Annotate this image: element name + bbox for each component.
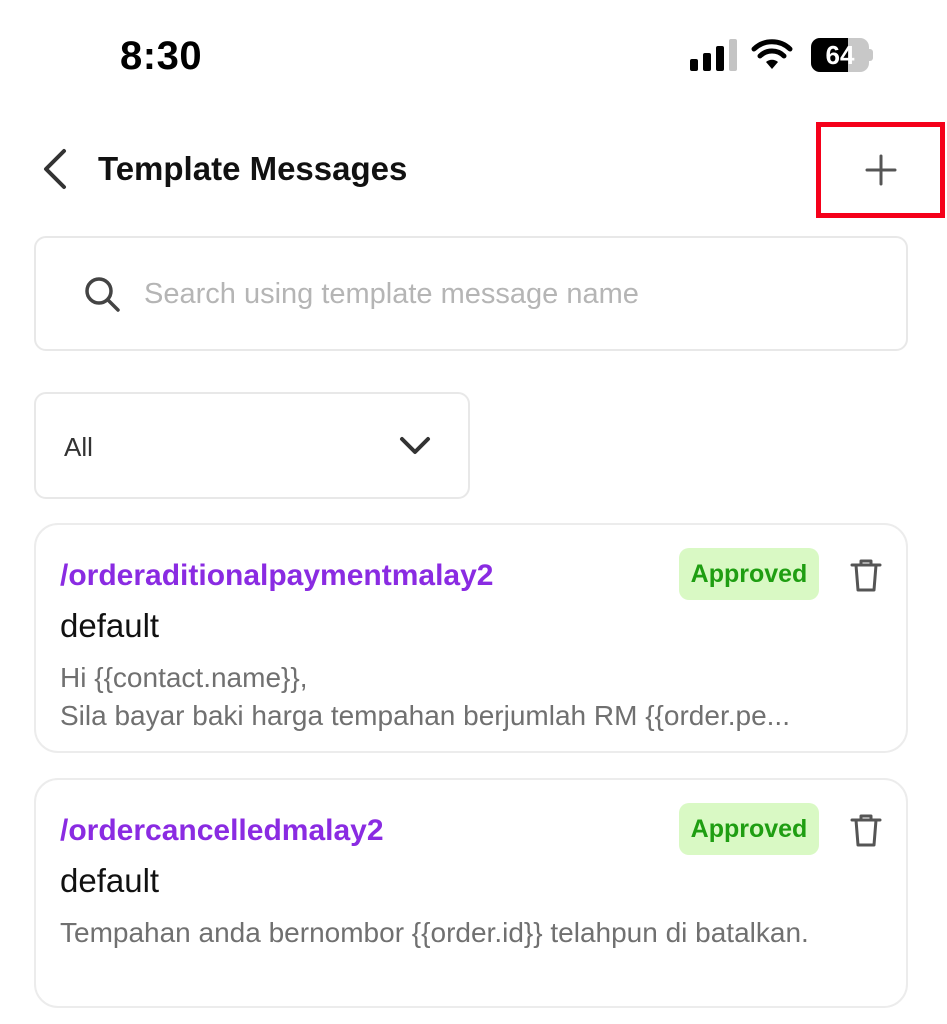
template-body-line: Tempahan anda bernombor {{order.id}} tel… (60, 917, 809, 948)
filter-selected-value: All (64, 432, 93, 462)
battery-label: 64 (825, 40, 855, 70)
template-messages-screen: 8:30 64 Template Messages Search using t… (0, 0, 947, 1024)
wifi-icon (751, 39, 793, 69)
plus-icon (865, 154, 896, 186)
template-name: /orderaditionalpaymentmalay2 (60, 559, 494, 592)
delete-button[interactable] (846, 810, 886, 850)
chevron-down-icon (400, 437, 430, 454)
battery-icon: 64 (811, 38, 873, 72)
template-card[interactable]: /ordercancelledmalay2 Approved default T… (34, 778, 908, 1008)
back-button[interactable] (34, 144, 74, 194)
template-name: /ordercancelledmalay2 (60, 814, 384, 847)
status-filter-dropdown[interactable]: All (34, 392, 470, 499)
status-bar: 8:30 64 (0, 0, 947, 110)
template-body-preview: Hi {{contact.name}}, Sila bayar baki har… (60, 659, 890, 735)
search-icon (85, 277, 120, 312)
template-category: default (60, 607, 160, 644)
trash-icon (850, 814, 882, 847)
template-category: default (60, 862, 160, 899)
signal-icon (690, 39, 737, 71)
app-header: Template Messages (0, 122, 947, 218)
search-box (34, 236, 908, 351)
delete-button[interactable] (846, 555, 886, 595)
chevron-left-icon (44, 149, 66, 189)
status-badge: Approved (679, 548, 819, 600)
status-icons: 64 (690, 38, 873, 72)
status-time: 8:30 (120, 34, 203, 78)
template-body-preview: Tempahan anda bernombor {{order.id}} tel… (60, 914, 890, 952)
page-title: Template Messages (98, 150, 408, 187)
template-card[interactable]: /orderaditionalpaymentmalay2 Approved de… (34, 523, 908, 753)
status-badge: Approved (679, 803, 819, 855)
add-template-button[interactable] (816, 122, 945, 218)
search-input[interactable] (144, 258, 874, 330)
template-body-line: Hi {{contact.name}}, (60, 662, 308, 693)
template-body-line: Sila bayar baki harga tempahan berjumlah… (60, 700, 790, 731)
trash-icon (850, 559, 882, 592)
